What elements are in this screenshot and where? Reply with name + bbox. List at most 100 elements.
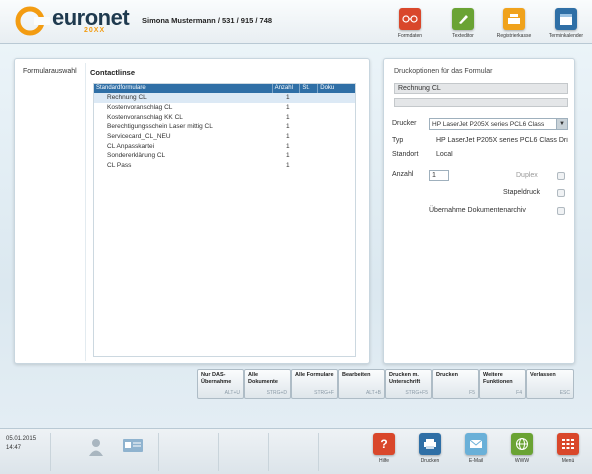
brand-sub: 20XX	[84, 27, 106, 34]
registrierkasse-label: Registrierkasse	[496, 33, 532, 39]
print-options-panel: Druckoptionen für das Formular Rechnung …	[383, 58, 575, 364]
id-card-icon	[123, 439, 143, 452]
table-row[interactable]: Sondererklärung CL 1	[94, 151, 355, 161]
table-row[interactable]: CL Pass 1	[94, 161, 355, 171]
table-row[interactable]: Berechtigungsschein Laser mittig CL 1	[94, 122, 355, 132]
customer-button[interactable]	[76, 437, 116, 459]
row-name: CL Anpasskartei	[107, 142, 155, 150]
help-icon: ?	[373, 433, 395, 455]
alle-formulare-button[interactable]: Alle Formulare STRG+F	[291, 369, 338, 399]
alle-dokumente-button[interactable]: Alle Dokumente STRG+D	[244, 369, 291, 399]
fk-shortcut: F4	[516, 390, 522, 396]
person-icon	[89, 439, 103, 456]
row-name: Rechnung CL	[107, 94, 147, 102]
www-button[interactable]: WWW	[502, 433, 542, 464]
datetime: 05.01.2015 14:47	[6, 435, 36, 453]
formdaten-button[interactable]: Formdaten	[390, 8, 430, 44]
cash-register-icon	[503, 8, 525, 30]
euronet-logo-icon	[15, 6, 50, 36]
drucken-footer-label: Drucken	[420, 458, 440, 464]
fk-shortcut: STRG+D	[266, 390, 287, 396]
fk-shortcut: ALT+U	[224, 390, 240, 396]
row-name: Servicecard_CL_NEU	[107, 133, 171, 141]
divider	[158, 433, 159, 471]
chevron-down-icon[interactable]: ▼	[556, 119, 567, 129]
column-header-anzahl[interactable]: Anzahl	[273, 84, 301, 93]
hilfe-button[interactable]: ? Hilfe	[364, 433, 404, 464]
table-row[interactable]: Rechnung CL 1	[94, 93, 355, 103]
registrierkasse-button[interactable]: Registrierkasse	[494, 8, 534, 44]
glasses-icon	[399, 8, 421, 30]
divider	[50, 433, 51, 471]
terminkalender-button[interactable]: Terminkalender	[546, 8, 586, 44]
standort-value: Local	[436, 151, 453, 158]
weitere-funktionen-button[interactable]: Weitere Funktionen F4	[479, 369, 526, 399]
calendar-icon	[555, 8, 577, 30]
fk-label: Alle Dokumente	[248, 372, 278, 385]
bottom-bar: 05.01.2015 14:47 ? Hilfe Drucken E-Mail …	[0, 428, 592, 474]
divider	[268, 433, 269, 471]
divider	[318, 433, 319, 471]
form-name-field: Rechnung CL	[394, 83, 568, 94]
www-label: WWW	[514, 458, 530, 464]
row-name: Kostenvoranschlag CL	[107, 104, 173, 112]
table-row[interactable]: CL Anpasskartei 1	[94, 141, 355, 151]
printer-icon	[419, 433, 441, 455]
drucken-footer-button[interactable]: Drucken	[410, 433, 450, 464]
fk-label: Drucken m. Unterschrift	[389, 372, 421, 385]
typ-label: Typ	[392, 137, 404, 144]
fk-label: Bearbeiten	[342, 372, 371, 378]
row-name: Kostenvoranschlag KK CL	[107, 113, 183, 121]
formdaten-label: Formdaten	[397, 33, 423, 39]
hilfe-label: Hilfe	[378, 458, 389, 464]
table-header: Standardformulare Anzahl St. Doku	[94, 84, 355, 93]
column-header-doku[interactable]: Doku	[318, 84, 355, 93]
drucken-unterschrift-button[interactable]: Drucken m. Unterschrift STRG+F5	[385, 369, 432, 399]
tab-formularauswahl[interactable]: Formularauswahl	[23, 68, 77, 75]
standort-label: Standort	[392, 151, 419, 158]
duplex-checkbox[interactable]	[557, 172, 565, 180]
fk-shortcut: STRG+F	[314, 390, 334, 396]
menu-button[interactable]: Menü	[548, 433, 588, 464]
nur-das-uebernahme-button[interactable]: Nur DAS-Übernahme ALT+U	[197, 369, 244, 399]
table-row[interactable]: Servicecard_CL_NEU 1	[94, 132, 355, 142]
stapeldruck-checkbox[interactable]	[557, 189, 565, 197]
mail-icon	[465, 433, 487, 455]
anzahl-input[interactable]: 1	[429, 170, 449, 181]
row-count: 1	[286, 162, 290, 170]
fk-label: Drucken	[436, 372, 459, 378]
verlassen-button[interactable]: Verlassen ESC	[526, 369, 574, 399]
row-count: 1	[286, 123, 290, 131]
column-header-st[interactable]: St.	[300, 84, 319, 93]
row-count: 1	[286, 113, 290, 121]
fk-shortcut: STRG+F5	[405, 390, 428, 396]
texteditor-label: Texteditor	[452, 33, 474, 39]
row-count: 1	[286, 104, 290, 112]
category-heading: Contactlinse	[90, 68, 136, 77]
table-row[interactable]: Kostenvoranschlag KK CL 1	[94, 112, 355, 122]
user-info: Simona Mustermann / 531 / 915 / 748	[142, 16, 273, 25]
print-options-title: Druckoptionen für das Formular	[394, 68, 493, 75]
card-button[interactable]	[113, 437, 153, 455]
email-label: E-Mail	[468, 458, 484, 464]
row-count: 1	[286, 133, 290, 141]
row-count: 1	[286, 142, 290, 150]
fk-label: Alle Formulare	[295, 372, 334, 378]
row-name: Sondererklärung CL	[107, 152, 166, 160]
email-button[interactable]: E-Mail	[456, 433, 496, 464]
table-row[interactable]: Kostenvoranschlag CL 1	[94, 103, 355, 113]
menu-label: Menü	[561, 458, 575, 464]
time: 14:47	[6, 445, 22, 451]
form-extra-field	[394, 98, 568, 107]
drucker-label: Drucker	[392, 120, 417, 127]
bearbeiten-button[interactable]: Bearbeiten ALT+B	[338, 369, 385, 399]
drucken-button[interactable]: Drucken F5	[432, 369, 479, 399]
row-name: Berechtigungsschein Laser mittig CL	[107, 123, 213, 131]
archiv-checkbox[interactable]	[557, 207, 565, 215]
texteditor-button[interactable]: Texteditor	[443, 8, 483, 44]
column-header-standardformulare[interactable]: Standardformulare	[94, 84, 273, 93]
duplex-label: Duplex	[516, 172, 538, 179]
row-count: 1	[286, 152, 290, 160]
form-selection-panel: Formularauswahl Contactlinse Standardfor…	[14, 58, 370, 364]
printer-select[interactable]: HP LaserJet P205X series PCL6 Class ▼	[429, 118, 568, 130]
